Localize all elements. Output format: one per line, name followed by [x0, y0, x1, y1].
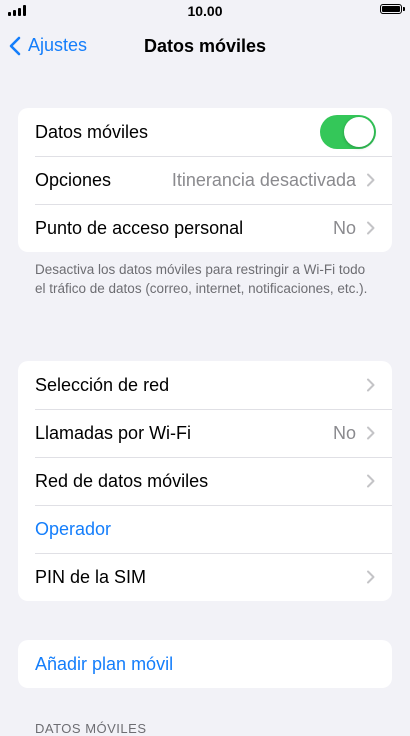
- hotspot-label: Punto de acceso personal: [35, 217, 244, 238]
- page-title: Datos móviles: [143, 36, 267, 56]
- carrier-link[interactable]: Operador: [35, 519, 375, 540]
- settings-group-add-plan: Añadir plan móvil: [18, 640, 392, 688]
- options-label: Opciones: [35, 169, 112, 190]
- row-options[interactable]: Opciones Itinerancia desactivada: [18, 156, 392, 204]
- settings-group-network: Selección de red Llamadas por Wi-Fi No R…: [18, 361, 392, 601]
- row-network-selection[interactable]: Selección de red: [18, 361, 392, 409]
- row-sim-pin[interactable]: PIN de la SIM: [18, 553, 392, 601]
- options-value: Itinerancia desactivada: [171, 169, 356, 190]
- network-selection-label: Selección de red: [35, 374, 170, 395]
- chevron-right-icon: [367, 426, 375, 440]
- sim-pin-label: PIN de la SIM: [35, 566, 147, 587]
- chevron-right-icon: [367, 570, 375, 584]
- mobile-data-network-label: Red de datos móviles: [35, 470, 209, 491]
- add-plan-link[interactable]: Añadir plan móvil: [35, 654, 375, 675]
- row-personal-hotspot[interactable]: Punto de acceso personal No: [18, 204, 392, 252]
- mobile-data-footnote: Desactiva los datos móviles para restrin…: [35, 262, 368, 296]
- chevron-right-icon: [367, 474, 375, 488]
- chevron-right-icon: [367, 378, 375, 392]
- wifi-calling-label: Llamadas por Wi-Fi: [35, 422, 192, 443]
- row-add-plan[interactable]: Añadir plan móvil: [18, 640, 392, 688]
- chevron-right-icon: [367, 221, 375, 235]
- row-carrier[interactable]: Operador: [18, 505, 392, 553]
- hotspot-value: No: [332, 217, 356, 238]
- toggle-knob: [344, 117, 374, 147]
- settings-group-mobile-data: Datos móviles Opciones Itinerancia desac…: [18, 108, 392, 252]
- row-mobile-data-network[interactable]: Red de datos móviles: [18, 457, 392, 505]
- mobile-data-toggle[interactable]: [320, 115, 376, 149]
- wifi-calling-value: No: [332, 422, 356, 443]
- chevron-right-icon: [367, 173, 375, 187]
- status-time: 10.00: [187, 3, 223, 19]
- status-bar: 10.00: [0, 0, 410, 22]
- row-wifi-calling[interactable]: Llamadas por Wi-Fi No: [18, 409, 392, 457]
- row-mobile-data: Datos móviles: [18, 108, 392, 156]
- mobile-data-label: Datos móviles: [35, 121, 149, 142]
- battery-icon: [380, 4, 405, 14]
- navigation-bar: Ajustes Datos móviles: [0, 26, 410, 66]
